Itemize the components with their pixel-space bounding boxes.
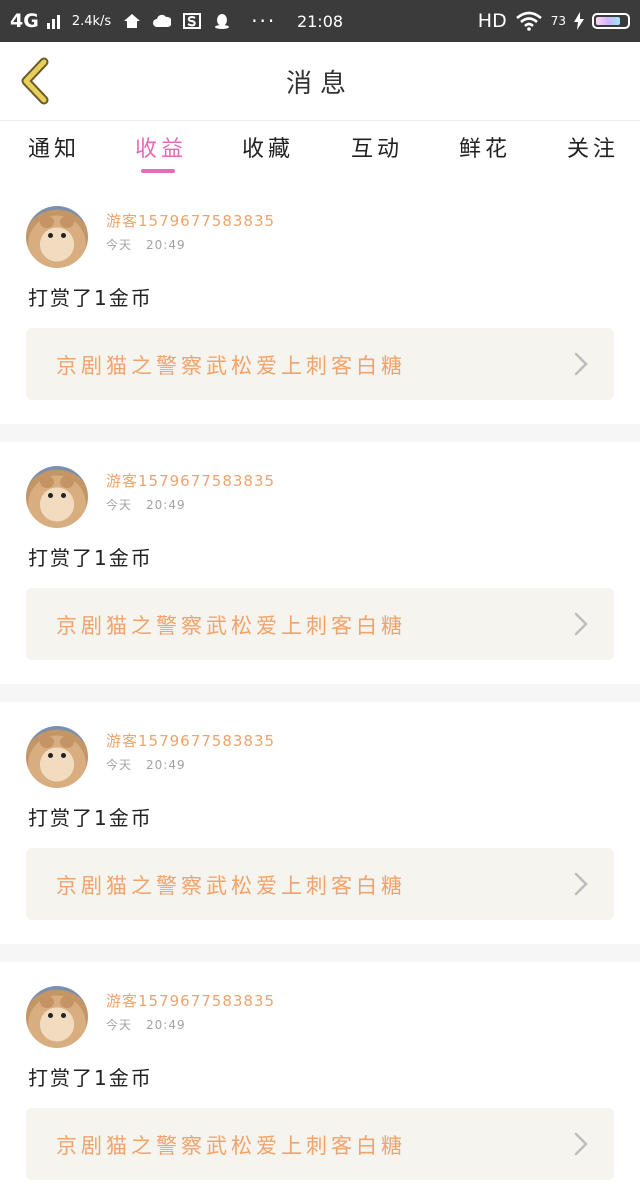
hd-indicator: HD [477, 10, 507, 32]
message-card: 游客1579677583835 今天 20:49 打赏了1金币 京剧猫之警察武松爱… [0, 442, 640, 684]
cloud-icon [153, 14, 172, 27]
back-arrow-icon[interactable] [16, 56, 56, 106]
story-title: 京剧猫之警察武松爱上刺客白糖 [56, 874, 406, 898]
tab-earnings[interactable]: 收益 [135, 131, 187, 163]
message-text: 打赏了1金币 [28, 806, 153, 830]
qq-icon [215, 14, 230, 29]
story-link[interactable]: 京剧猫之警察武松爱上刺客白糖 [26, 848, 614, 920]
timestamp: 今天 20:49 [106, 758, 186, 772]
message-card: 游客1579677583835 今天 20:49 打赏了1金币 京剧猫之警察武松爱… [0, 182, 640, 424]
more-notifications: ··· [251, 9, 277, 33]
tab-following[interactable]: 关注 [567, 131, 619, 163]
message-text: 打赏了1金币 [28, 546, 153, 570]
wifi-icon [515, 11, 542, 31]
message-text: 打赏了1金币 [28, 286, 153, 310]
signal-icon [46, 13, 60, 29]
avatar[interactable] [26, 466, 88, 528]
network-speed: 2.4k/s [71, 13, 112, 29]
chevron-right-icon [574, 872, 588, 896]
username[interactable]: 游客1579677583835 [106, 470, 275, 491]
story-link[interactable]: 京剧猫之警察武松爱上刺客白糖 [26, 588, 614, 660]
username[interactable]: 游客1579677583835 [106, 990, 275, 1011]
story-title: 京剧猫之警察武松爱上刺客白糖 [56, 354, 406, 378]
story-title: 京剧猫之警察武松爱上刺客白糖 [56, 614, 406, 638]
app-s-icon [183, 13, 202, 29]
message-card: 游客1579677583835 今天 20:49 打赏了1金币 京剧猫之警察武松爱… [0, 702, 640, 944]
story-link[interactable]: 京剧猫之警察武松爱上刺客白糖 [26, 328, 614, 400]
username[interactable]: 游客1579677583835 [106, 730, 275, 751]
avatar[interactable] [26, 986, 88, 1048]
status-bar: 4G 2.4k/s ··· 21:08 HD 73 [0, 0, 640, 42]
story-link[interactable]: 京剧猫之警察武松爱上刺客白糖 [26, 1108, 614, 1180]
chevron-right-icon [574, 612, 588, 636]
tab-flowers[interactable]: 鲜花 [459, 131, 511, 163]
message-text: 打赏了1金币 [28, 1066, 153, 1090]
nav-bar: 消息 [0, 42, 640, 120]
home-icon [124, 14, 141, 28]
username[interactable]: 游客1579677583835 [106, 210, 275, 231]
message-card: 游客1579677583835 今天 20:49 打赏了1金币 京剧猫之警察武松爱… [0, 962, 640, 1204]
chevron-right-icon [574, 352, 588, 376]
page-title: 消息 [285, 68, 354, 99]
charging-icon [574, 12, 584, 30]
story-title: 京剧猫之警察武松爱上刺客白糖 [56, 1134, 406, 1158]
tab-notifications[interactable]: 通知 [28, 131, 80, 163]
tab-interactions[interactable]: 互动 [351, 131, 403, 163]
tab-favorites[interactable]: 收藏 [242, 131, 294, 163]
timestamp: 今天 20:49 [106, 1018, 186, 1032]
avatar[interactable] [26, 206, 88, 268]
battery-icon [592, 13, 630, 29]
tab-bar: 通知 收益 收藏 互动 鲜花 关注 [0, 120, 640, 182]
avatar[interactable] [26, 726, 88, 788]
chevron-right-icon [574, 1132, 588, 1156]
battery-percent: 73 [550, 14, 566, 28]
timestamp: 今天 20:49 [106, 498, 186, 512]
timestamp: 今天 20:49 [106, 238, 186, 252]
network-type: 4G [10, 10, 39, 32]
active-tab-indicator [141, 169, 175, 173]
